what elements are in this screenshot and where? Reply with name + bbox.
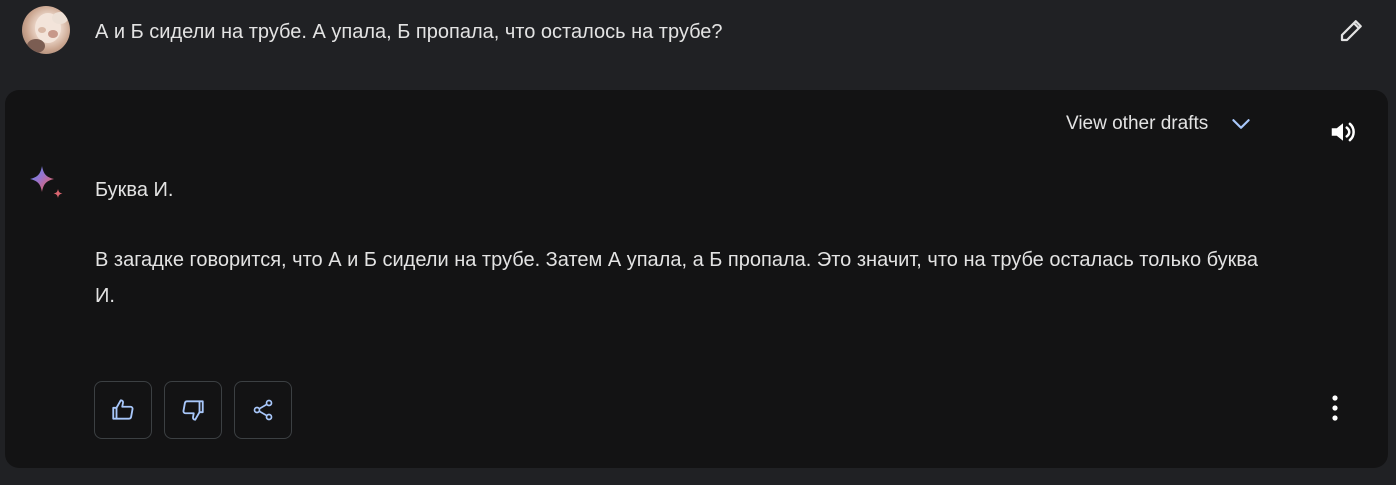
gemini-sparkle-icon <box>25 162 69 206</box>
more-vert-icon <box>1332 395 1338 421</box>
pencil-icon <box>1340 20 1362 42</box>
share-icon <box>253 399 273 421</box>
chat-page: А и Б сидели на трубе. А упала, Б пропал… <box>0 0 1396 485</box>
thumbs-down-icon <box>182 400 204 421</box>
response-headline: Буква И. <box>95 179 174 201</box>
edit-prompt-button[interactable] <box>1334 12 1370 48</box>
user-prompt-row: А и Б сидели на трубе. А упала, Б пропал… <box>0 0 1396 90</box>
speaker-icon <box>1331 122 1355 142</box>
response-paragraph: В загадке говорится, что А и Б сидели на… <box>95 249 1258 307</box>
more-options-button[interactable] <box>1317 390 1353 426</box>
thumbs-up-button[interactable] <box>94 381 152 439</box>
share-button[interactable] <box>234 381 292 439</box>
thumbs-down-button[interactable] <box>164 381 222 439</box>
view-other-drafts-label: View other drafts <box>1066 113 1209 134</box>
response-actions <box>94 381 292 439</box>
user-avatar[interactable] <box>22 6 70 54</box>
response-text: Буква И. В загадке говорится, что А и Б … <box>95 172 1275 314</box>
user-prompt-text: А и Б сидели на трубе. А упала, Б пропал… <box>95 21 723 43</box>
read-aloud-button[interactable] <box>1325 114 1361 150</box>
response-card: View other drafts Буква И. В загадке гов… <box>5 90 1388 468</box>
thumbs-up-icon <box>112 399 134 420</box>
chevron-down-icon <box>1228 111 1254 137</box>
view-other-drafts-button[interactable]: View other drafts <box>1066 108 1254 140</box>
